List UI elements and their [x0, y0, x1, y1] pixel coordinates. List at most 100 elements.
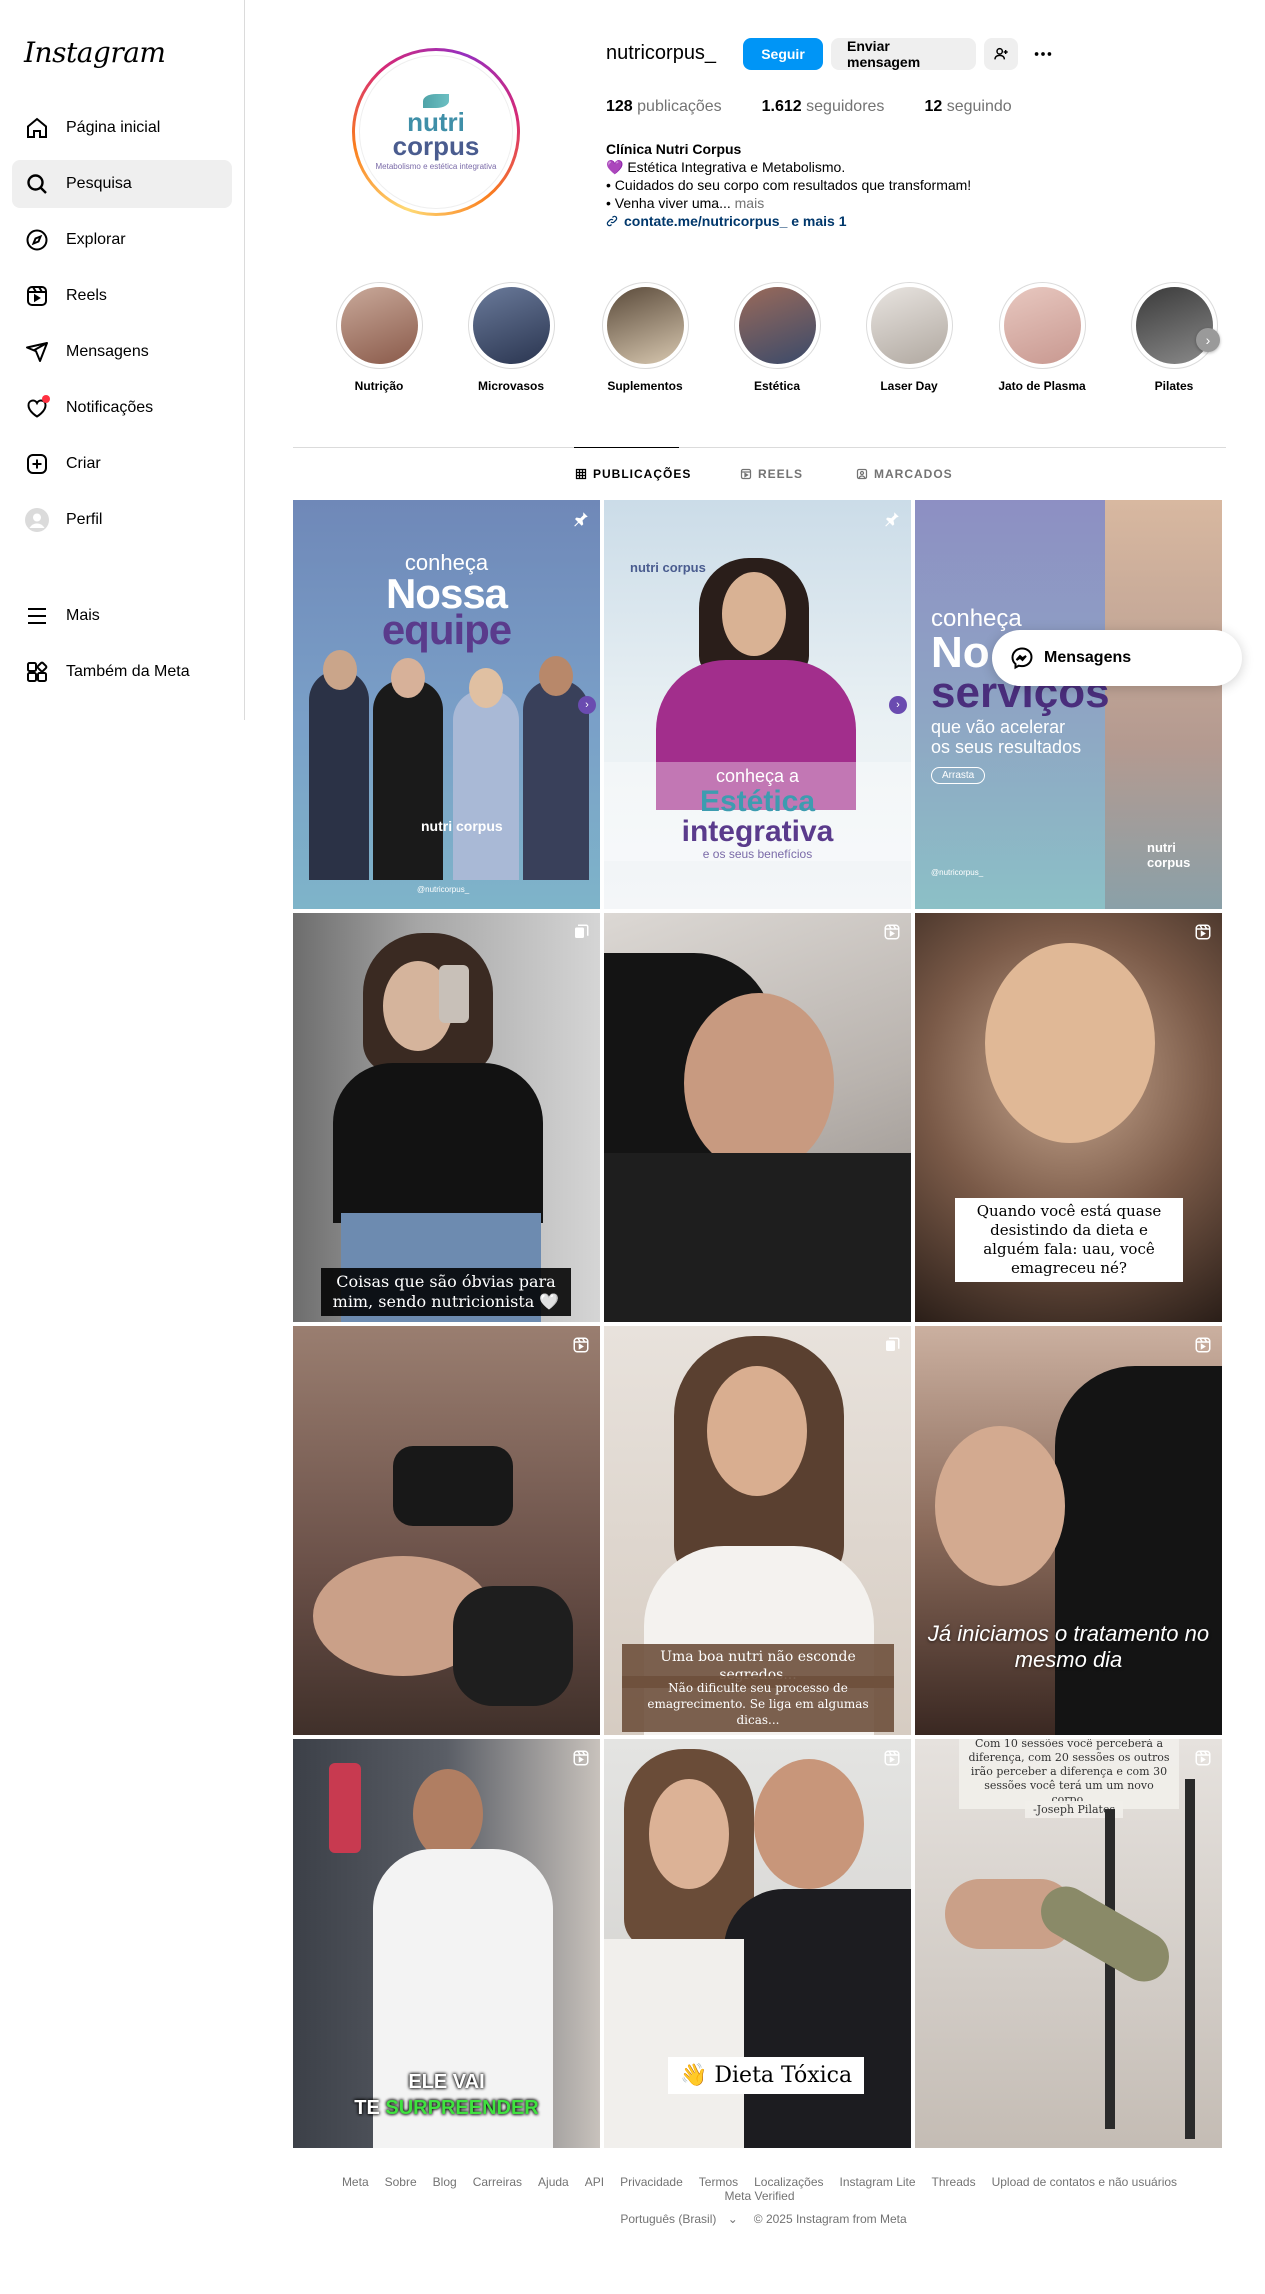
- footer-link[interactable]: Meta: [342, 2175, 369, 2189]
- more-options-button[interactable]: [1026, 38, 1060, 70]
- following-stat[interactable]: 12 seguindo: [924, 98, 1011, 116]
- post-tile[interactable]: nutri corpus conheça a Estética integrat…: [604, 500, 911, 909]
- reels-icon: [740, 468, 752, 480]
- highlight-label: Pilates: [1154, 379, 1194, 393]
- carousel-arrow-icon: ›: [889, 696, 907, 714]
- footer-link[interactable]: Sobre: [385, 2175, 417, 2189]
- story-highlight[interactable]: Nutrição: [334, 282, 424, 393]
- reel-icon: [1195, 1750, 1211, 1766]
- sidebar-item-label: Notificações: [66, 399, 154, 416]
- menu-icon: [24, 603, 50, 629]
- story-highlight[interactable]: Laser Day: [864, 282, 954, 393]
- sidebar-item-label: Página inicial: [66, 119, 161, 136]
- tab-posts[interactable]: PUBLICAÇÕES: [575, 467, 691, 481]
- post-caption: Coisas que são óbvias para mim, sendo nu…: [321, 1268, 571, 1316]
- footer-link[interactable]: Carreiras: [473, 2175, 522, 2189]
- sidebar-item-more[interactable]: Mais: [12, 592, 232, 640]
- post-brand-mark: nutri corpus: [1147, 840, 1191, 870]
- bio-more-link[interactable]: mais: [735, 195, 765, 211]
- follow-button[interactable]: Seguir: [743, 38, 823, 70]
- post-caption: Já iniciamos o tratamento no mesmo dia: [927, 1621, 1210, 1672]
- suggested-accounts-button[interactable]: [984, 38, 1018, 70]
- reel-icon: [573, 1337, 589, 1353]
- sidebar-item-reels[interactable]: Reels: [12, 272, 232, 320]
- highlight-ring: [601, 282, 689, 369]
- sidebar-item-also-from-meta[interactable]: Também da Meta: [12, 648, 232, 696]
- tab-reels[interactable]: REELS: [740, 467, 803, 481]
- post-text-line: que vão acelerar: [931, 717, 1066, 737]
- post-tile[interactable]: [293, 1326, 600, 1735]
- sidebar-item-label: Explorar: [66, 231, 126, 248]
- sidebar-item-label: Também da Meta: [66, 663, 190, 680]
- story-highlight[interactable]: Jato de Plasma: [997, 282, 1087, 393]
- footer-link[interactable]: Meta Verified: [724, 2189, 794, 2203]
- story-highlights: Nutrição Microvasos Suplementos Estética Las…: [334, 282, 1234, 394]
- post-brand-mark: nutri corpus: [630, 560, 706, 575]
- heart-icon: [24, 395, 50, 421]
- post-tile[interactable]: [604, 913, 911, 1322]
- post-tile[interactable]: conheça No serviços que vão acelerar os …: [915, 500, 1222, 909]
- post-tile[interactable]: Uma boa nutri não esconde segredos... Nã…: [604, 1326, 911, 1735]
- post-text-line: e os seus benefícios: [702, 847, 813, 861]
- post-tile[interactable]: Coisas que são óbvias para mim, sendo nu…: [293, 913, 600, 1322]
- story-highlight[interactable]: Suplementos: [600, 282, 690, 393]
- sidebar-item-label: Reels: [66, 287, 107, 304]
- leaf-logo-icon: [423, 93, 449, 108]
- post-text-line: os seus resultados: [931, 737, 1082, 757]
- profile-avatar: [24, 507, 50, 533]
- post-text-line: integrativa: [681, 815, 834, 848]
- reel-icon: [884, 924, 900, 940]
- profile-username: nutricorpus_: [606, 42, 717, 64]
- highlight-label: Nutrição: [354, 379, 404, 393]
- bio-line2: • Cuidados do seu corpo com resultados q…: [606, 177, 972, 193]
- post-caption: 👋 Dieta Tóxica: [668, 2057, 865, 2094]
- post-text-line: conheça a: [715, 766, 800, 786]
- post-tile[interactable]: Com 10 sessões você perceberá a diferenç…: [915, 1739, 1222, 2148]
- footer-link[interactable]: Termos: [699, 2175, 738, 2189]
- post-tile[interactable]: conheça Nossa equipe nutri corpus @nutri…: [293, 500, 600, 909]
- post-caption: Com 10 sessões você perceberá a diferenç…: [959, 1739, 1179, 1809]
- footer-link[interactable]: Upload de contatos e não usuários: [992, 2175, 1177, 2189]
- post-tile[interactable]: Já iniciamos o tratamento no mesmo dia: [915, 1326, 1222, 1735]
- sidebar-item-create[interactable]: Criar: [12, 440, 232, 488]
- footer-link[interactable]: Ajuda: [538, 2175, 569, 2189]
- footer-link[interactable]: Threads: [932, 2175, 976, 2189]
- post-tile[interactable]: ELE VAI TE SURPREENDER: [293, 1739, 600, 2148]
- footer-link[interactable]: Privacidade: [620, 2175, 683, 2189]
- sidebar-nav: Página inicial Pesquisa Explorar Reels M…: [12, 104, 232, 552]
- post-tile[interactable]: 👋 Dieta Tóxica: [604, 1739, 911, 2148]
- story-highlight[interactable]: Microvasos: [466, 282, 556, 393]
- profile-bio: Clínica Nutri Corpus 💜 Estética Integrat…: [606, 140, 1026, 230]
- floating-messages-button[interactable]: Mensagens: [992, 630, 1242, 686]
- sidebar-item-messages[interactable]: Mensagens: [12, 328, 232, 376]
- bio-external-link[interactable]: contate.me/nutricorpus_ e mais 1: [606, 212, 1026, 230]
- followers-stat[interactable]: 1.612 seguidores: [762, 98, 885, 116]
- highlight-ring: [1130, 282, 1218, 369]
- sidebar-item-home[interactable]: Página inicial: [12, 104, 232, 152]
- tab-tagged[interactable]: MARCADOS: [856, 467, 953, 481]
- sidebar-item-notifications[interactable]: Notificações: [12, 384, 232, 432]
- sidebar-bottom: Mais Também da Meta: [12, 592, 232, 704]
- story-highlight[interactable]: Estética: [732, 282, 822, 393]
- sidebar-item-explore[interactable]: Explorar: [12, 216, 232, 264]
- language-selector[interactable]: Português (Brasil) ⌄: [612, 2212, 737, 2226]
- footer-link[interactable]: Blog: [433, 2175, 457, 2189]
- footer-bottom: Português (Brasil) ⌄ © 2025 Instagram fr…: [293, 2212, 1226, 2226]
- send-message-button[interactable]: Enviar mensagem: [831, 38, 976, 70]
- footer-link[interactable]: Instagram Lite: [840, 2175, 916, 2189]
- sidebar-item-search[interactable]: Pesquisa: [12, 160, 232, 208]
- highlight-ring: [865, 282, 953, 369]
- highlights-next-button[interactable]: ›: [1196, 328, 1220, 352]
- ellipsis-icon: [1034, 52, 1052, 56]
- highlight-cover: [738, 287, 816, 364]
- reels-icon: [24, 283, 50, 309]
- highlight-cover: [1135, 287, 1213, 364]
- profile-avatar-ring[interactable]: nutri corpus Metabolismo e estética inte…: [352, 48, 520, 216]
- search-icon: [24, 171, 50, 197]
- footer-link[interactable]: Localizações: [754, 2175, 823, 2189]
- tab-active-indicator: [574, 447, 679, 448]
- sidebar-item-profile[interactable]: Perfil: [12, 496, 232, 544]
- footer-link[interactable]: API: [585, 2175, 604, 2189]
- post-tile[interactable]: Quando você está quase desistindo da die…: [915, 913, 1222, 1322]
- instagram-logo[interactable]: Instagram: [24, 36, 166, 69]
